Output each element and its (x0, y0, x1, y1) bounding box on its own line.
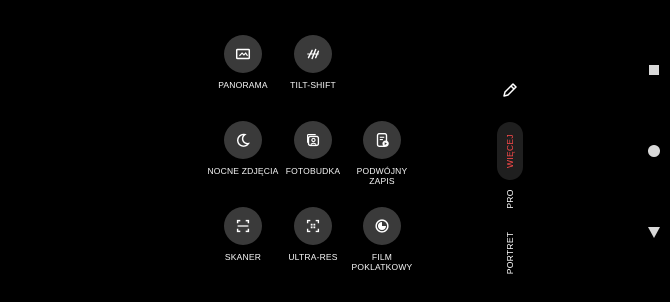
panorama-icon (224, 35, 262, 73)
mode-label: PANORAMA (218, 80, 268, 90)
mode-label: ULTRA-RES (288, 252, 338, 262)
mode-label: PODWÓJNY ZAPIS (356, 166, 408, 186)
mode-scanner[interactable]: SKANER (203, 207, 283, 262)
mode-label: FOTOBUDKA (285, 166, 341, 176)
mode-night[interactable]: NOCNE ZDJĘCIA (203, 121, 283, 176)
mode-ultra-res[interactable]: ULTRA-RES (273, 207, 353, 262)
tab-portret[interactable]: PORTRET (505, 232, 515, 275)
mode-timelapse[interactable]: FILM POKLATKOWY (342, 207, 422, 272)
mode-rail: WIĘCEJ PRO PORTRET (492, 0, 528, 302)
pencil-icon[interactable] (500, 80, 520, 100)
ultra-res-icon (294, 207, 332, 245)
circle-icon[interactable] (646, 143, 662, 159)
mode-dual-record[interactable]: PODWÓJNY ZAPIS (342, 121, 422, 186)
photobooth-icon (294, 121, 332, 159)
mode-photobooth[interactable]: FOTOBUDKA (273, 121, 353, 176)
square-icon[interactable] (646, 62, 662, 78)
triangle-icon[interactable] (646, 224, 662, 240)
timelapse-icon (363, 207, 401, 245)
mode-label: FILM POKLATKOWY (351, 252, 413, 272)
mode-label: TILT-SHIFT (290, 80, 336, 90)
mode-panorama[interactable]: PANORAMA (203, 35, 283, 90)
moon-icon (224, 121, 262, 159)
scanner-icon (224, 207, 262, 245)
tab-wiecej[interactable]: WIĘCEJ (505, 134, 515, 168)
tilt-shift-icon (294, 35, 332, 73)
mode-label: NOCNE ZDJĘCIA (207, 166, 279, 176)
mode-label: SKANER (224, 252, 262, 262)
dual-record-icon (363, 121, 401, 159)
tab-pro[interactable]: PRO (505, 189, 515, 208)
mode-tilt-shift[interactable]: TILT-SHIFT (273, 35, 353, 90)
